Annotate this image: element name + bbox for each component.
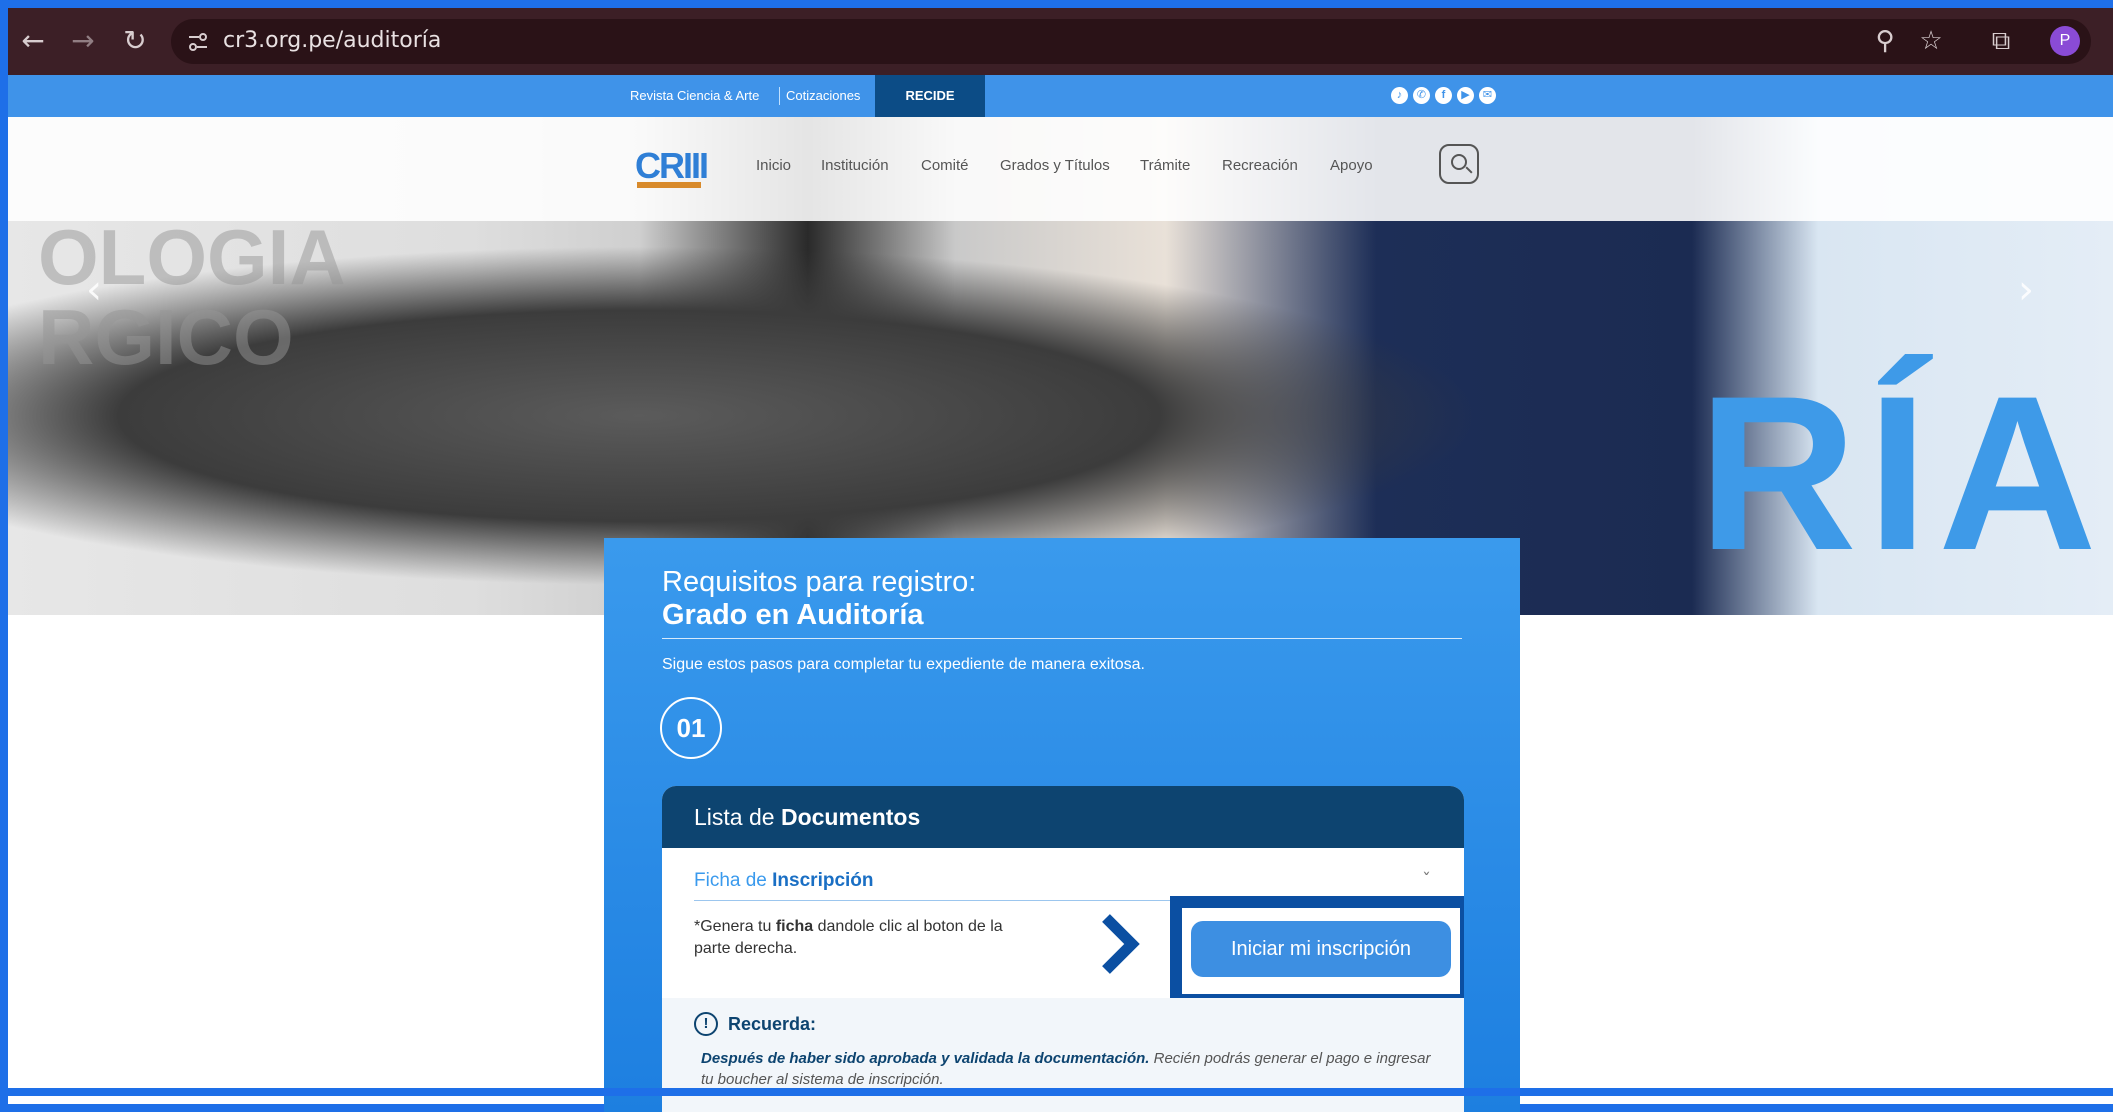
profile-avatar[interactable]: P <box>2050 26 2080 56</box>
card-subtitle: Sigue estos pasos para completar tu expe… <box>662 656 1145 673</box>
iniciar-inscripcion-button[interactable]: Iniciar mi inscripción <box>1191 921 1451 977</box>
extensions-icon[interactable]: ⧉ <box>1984 24 2018 58</box>
menu-item-comite[interactable]: Comité <box>921 157 969 174</box>
document-item-bold: Inscripción <box>772 870 874 891</box>
documents-heading-bold: Documentos <box>780 804 921 830</box>
hero-photo-background-letters: RÍA <box>1698 350 2107 596</box>
social-links: ♪ ✆ f ▶ ✉ <box>1391 87 1496 104</box>
screenshot-frame-bottom <box>0 1088 2113 1096</box>
menu-item-grados[interactable]: Grados y Títulos <box>1000 157 1110 174</box>
divider <box>779 87 780 105</box>
menu-item-inicio[interactable]: Inicio <box>756 157 791 174</box>
card-title-degree: Grado en Auditoría <box>662 599 924 631</box>
note-prefix: *Genera tu <box>694 918 776 935</box>
documents-heading: Lista de Documentos <box>694 804 920 831</box>
document-item-regular: Ficha de <box>694 870 773 891</box>
reminder-bold: Después de haber sido aprobada y validad… <box>701 1050 1150 1067</box>
link-cotizaciones[interactable]: Cotizaciones <box>786 88 860 103</box>
link-recide[interactable]: RECIDE <box>875 75 985 117</box>
document-note: *Genera tu ficha dandole clic al boton d… <box>694 916 1034 960</box>
main-navigation: CRIII Inicio Institución Comité Grados y… <box>8 117 2113 221</box>
note-bold: ficha <box>775 918 814 935</box>
document-item-title[interactable]: Ficha de Inscripción <box>694 870 874 892</box>
url-text[interactable]: cr3.org.pe/auditoría <box>223 28 441 53</box>
reminder-text: Después de haber sido aprobada y validad… <box>701 1048 1441 1090</box>
facebook-icon[interactable]: f <box>1435 87 1452 104</box>
site-logo[interactable]: CRIII <box>627 145 711 189</box>
link-revista[interactable]: Revista Ciencia & Arte <box>630 88 759 103</box>
youtube-icon[interactable]: ▶ <box>1457 87 1474 104</box>
forward-icon[interactable]: → <box>66 24 100 58</box>
mail-icon[interactable]: ✉ <box>1479 87 1496 104</box>
chevron-up-icon[interactable]: ˇ <box>1422 870 1431 891</box>
card-title: Requisitos para registro: <box>662 566 977 598</box>
documents-panel: Lista de Documentos Ficha de Inscripción… <box>662 786 1464 1112</box>
registration-card: Requisitos para registro: Grado en Audit… <box>604 538 1520 1112</box>
address-bar[interactable]: cr3.org.pe/auditoría <box>171 19 2091 64</box>
step-badge: 01 <box>660 697 722 759</box>
menu-item-recreacion[interactable]: Recreación <box>1222 157 1298 174</box>
browser-toolbar: ← → ↻ cr3.org.pe/auditoría ⚲ ☆ ⧉ P <box>8 8 2113 75</box>
reminder-title: Recuerda: <box>728 1014 817 1034</box>
documents-header: Lista de Documentos <box>662 786 1464 848</box>
menu-item-apoyo[interactable]: Apoyo <box>1330 157 1373 174</box>
slider-prev-icon[interactable]: ‹ <box>86 267 102 313</box>
divider <box>662 638 1462 639</box>
tiktok-icon[interactable]: ♪ <box>1391 87 1408 104</box>
back-icon[interactable]: ← <box>16 24 50 58</box>
whatsapp-icon[interactable]: ✆ <box>1413 87 1430 104</box>
logo-text: CRIII <box>635 145 709 186</box>
search-icon-handle <box>1465 166 1473 174</box>
logo-bar <box>637 182 701 188</box>
search-button[interactable] <box>1439 144 1479 184</box>
chevron-right-icon <box>1102 914 1140 974</box>
highlight-frame: Iniciar mi inscripción <box>1170 896 1464 1006</box>
site-settings-icon[interactable] <box>185 29 211 55</box>
reload-icon[interactable]: ↻ <box>118 24 152 58</box>
site-top-bar: Revista Ciencia & Arte Cotizaciones RECI… <box>8 75 2113 117</box>
zoom-icon[interactable]: ⚲ <box>1868 24 1902 58</box>
hero-photo-background-text: OLOGIA RGICO <box>38 213 346 381</box>
menu-item-institucion[interactable]: Institución <box>821 157 889 174</box>
bookmark-star-icon[interactable]: ☆ <box>1914 24 1948 58</box>
menu-item-tramite[interactable]: Trámite <box>1140 157 1190 174</box>
info-icon: ! <box>694 1012 718 1036</box>
slider-next-icon[interactable]: › <box>2018 267 2034 313</box>
documents-heading-regular: Lista de <box>694 804 781 830</box>
